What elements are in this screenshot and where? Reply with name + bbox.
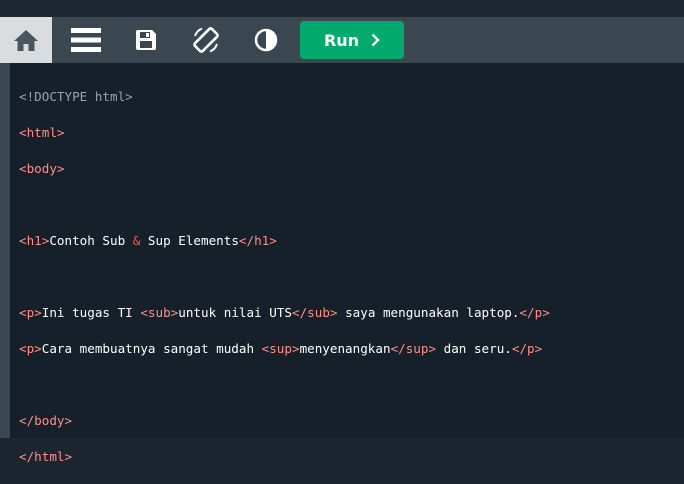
tag-token: </body> — [19, 413, 73, 428]
tag-token: <p> — [19, 341, 42, 356]
tag-token: <sup> — [261, 341, 300, 356]
code-line-2: <html> — [19, 124, 684, 142]
tag-token: </h1> — [238, 233, 277, 248]
tag-token: <h1> — [19, 233, 50, 248]
code-line-5: <h1>Contoh Sub & Sup Elements</h1> — [19, 232, 684, 250]
editor-left-border — [0, 63, 10, 438]
text-token: menyenangkan — [299, 341, 391, 356]
tag-token: <body> — [19, 161, 65, 176]
rotate-icon — [193, 27, 219, 53]
tag-token: </html> — [19, 449, 73, 464]
code-editor[interactable]: <!DOCTYPE html> <html> <body> <h1>Contoh… — [10, 63, 684, 464]
text-token: Sup Elements — [140, 233, 239, 248]
run-button-label: Run — [323, 30, 360, 50]
tag-token: <sub> — [140, 305, 179, 320]
text-token: Contoh Sub — [49, 233, 133, 248]
code-line-1: <!DOCTYPE html> — [19, 88, 684, 106]
rotate-button[interactable] — [180, 17, 232, 63]
code-line-8: <p>Cara membuatnya sangat mudah <sup>men… — [19, 340, 684, 358]
theme-toggle-button[interactable] — [240, 17, 292, 63]
editor-toolbar: Run — [0, 17, 684, 63]
code-line-11: </html> — [19, 448, 684, 466]
save-icon — [135, 30, 156, 50]
doctype-token: <!DOCTYPE html> — [19, 89, 133, 104]
tag-token: </sup> — [390, 341, 437, 356]
text-token: dan seru. — [436, 341, 512, 356]
contrast-icon — [254, 28, 278, 52]
tag-token: </sub> — [291, 305, 338, 320]
run-button[interactable]: Run — [300, 21, 404, 59]
tag-token: <p> — [19, 305, 42, 320]
text-token: Cara membuatnya sangat mudah — [41, 341, 262, 356]
menu-icon — [71, 28, 101, 52]
tag-token: </p> — [511, 341, 543, 356]
home-button[interactable] — [0, 17, 52, 63]
code-line-3: <body> — [19, 160, 684, 178]
tag-token: <html> — [19, 125, 65, 140]
code-line-7: <p>Ini tugas TI <sub>untuk nilai UTS</su… — [19, 304, 684, 322]
text-token: Ini tugas TI — [41, 305, 141, 320]
home-icon — [14, 30, 38, 51]
code-line-10: </body> — [19, 412, 684, 430]
tag-token: </p> — [519, 305, 550, 320]
chevron-right-icon — [371, 33, 380, 47]
save-button[interactable] — [120, 17, 172, 63]
window-top-strip — [0, 0, 684, 17]
text-token: untuk nilai UTS — [178, 305, 292, 320]
menu-button[interactable] — [60, 17, 112, 63]
text-token: saya mengunakan laptop. — [337, 305, 520, 320]
